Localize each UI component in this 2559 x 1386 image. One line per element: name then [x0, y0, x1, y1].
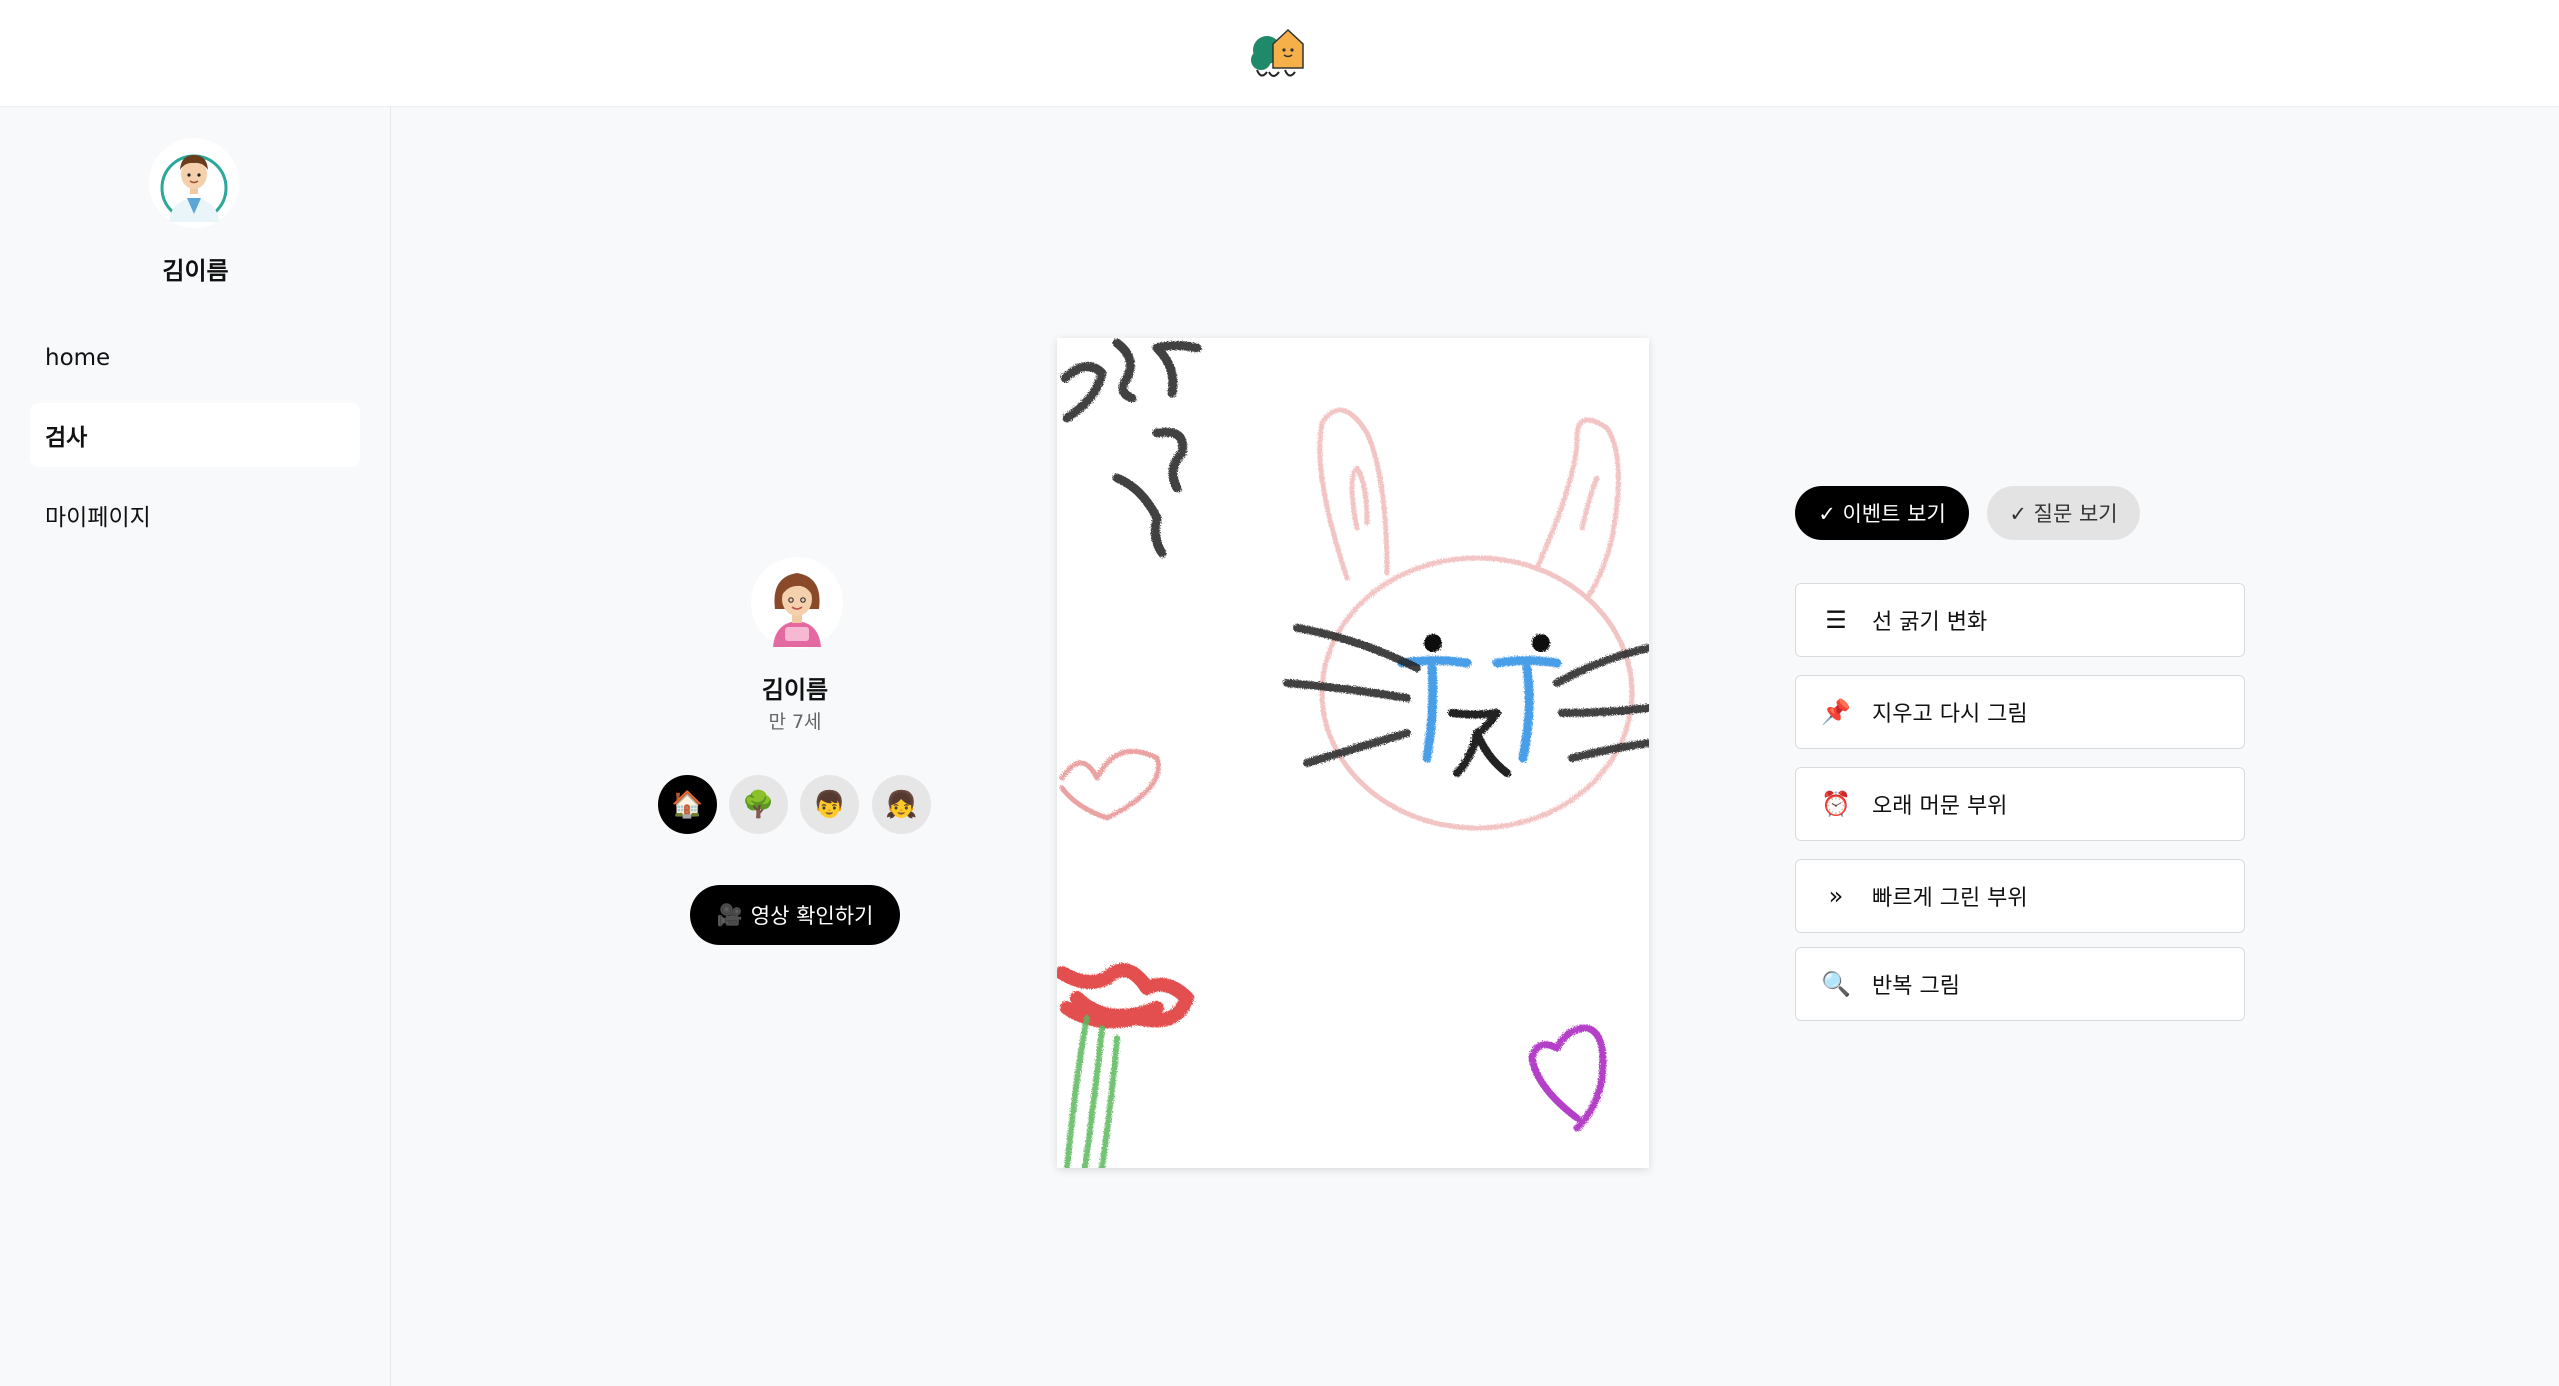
- repeat-drawing-tool-button[interactable]: 🔍 반복 그림: [1795, 947, 2245, 1021]
- view-video-label: 영상 확인하기: [750, 904, 874, 928]
- drawing-canvas[interactable]: [1057, 338, 1649, 1168]
- double-chevron-icon: »: [1828, 882, 1844, 910]
- pushpin-icon: 📌: [1821, 698, 1851, 726]
- lines-icon: ☰: [1825, 606, 1847, 634]
- alarm-clock-icon: ⏰: [1821, 790, 1851, 818]
- sidebar-item-test[interactable]: 검사: [30, 403, 360, 467]
- tree-icon: 🌳: [742, 789, 775, 820]
- child-age: 만 7세: [768, 711, 822, 733]
- house-icon: 🏠: [671, 789, 704, 820]
- sidebar-item-mypage[interactable]: 마이페이지: [30, 483, 360, 547]
- sidebar-item-label: 마이페이지: [45, 505, 151, 531]
- top-bar: [0, 0, 2559, 107]
- tool-label: 반복 그림: [1872, 974, 1960, 999]
- boy-icon: 👦: [813, 789, 846, 820]
- sidebar: [0, 107, 391, 1386]
- view-video-button[interactable]: 🎥 영상 확인하기: [690, 885, 900, 945]
- show-events-toggle[interactable]: ✓ 이벤트 보기: [1795, 486, 1969, 540]
- sidebar-item-home[interactable]: home: [30, 326, 360, 390]
- doctor-avatar-icon: [149, 138, 239, 228]
- magnifier-icon: 🔍: [1821, 970, 1851, 998]
- long-stay-tool-button[interactable]: ⏰ 오래 머문 부위: [1795, 767, 2245, 841]
- erase-redraw-tool-button[interactable]: 📌 지우고 다시 그림: [1795, 675, 2245, 749]
- child-name: 김이름: [761, 676, 829, 704]
- line-thickness-tool-button[interactable]: ☰ 선 굵기 변화: [1795, 583, 2245, 657]
- movie-camera-icon: 🎥: [716, 902, 743, 927]
- boy-category-button[interactable]: 👦: [800, 775, 859, 834]
- sidebar-item-label: 검사: [45, 425, 88, 451]
- tool-label: 오래 머문 부위: [1872, 794, 2008, 819]
- girl-icon: 👧: [885, 789, 918, 820]
- tool-label: 빠르게 그린 부위: [1872, 886, 2028, 911]
- show-questions-toggle[interactable]: ✓ 질문 보기: [1987, 486, 2140, 540]
- fast-drawn-tool-button[interactable]: » 빠르게 그린 부위: [1795, 859, 2245, 933]
- tool-label: 지우고 다시 그림: [1872, 702, 2028, 727]
- crayon-drawing: [1057, 338, 1649, 1168]
- tool-label: 선 굵기 변화: [1872, 610, 1988, 635]
- girl-avatar-icon: [751, 557, 843, 649]
- forest-house-logo-icon[interactable]: [1247, 22, 1309, 82]
- tree-category-button[interactable]: 🌳: [729, 775, 788, 834]
- girl-category-button[interactable]: 👧: [872, 775, 931, 834]
- sidebar-item-label: home: [45, 345, 111, 371]
- doctor-name: 김이름: [162, 257, 229, 285]
- house-category-button[interactable]: 🏠: [658, 775, 717, 834]
